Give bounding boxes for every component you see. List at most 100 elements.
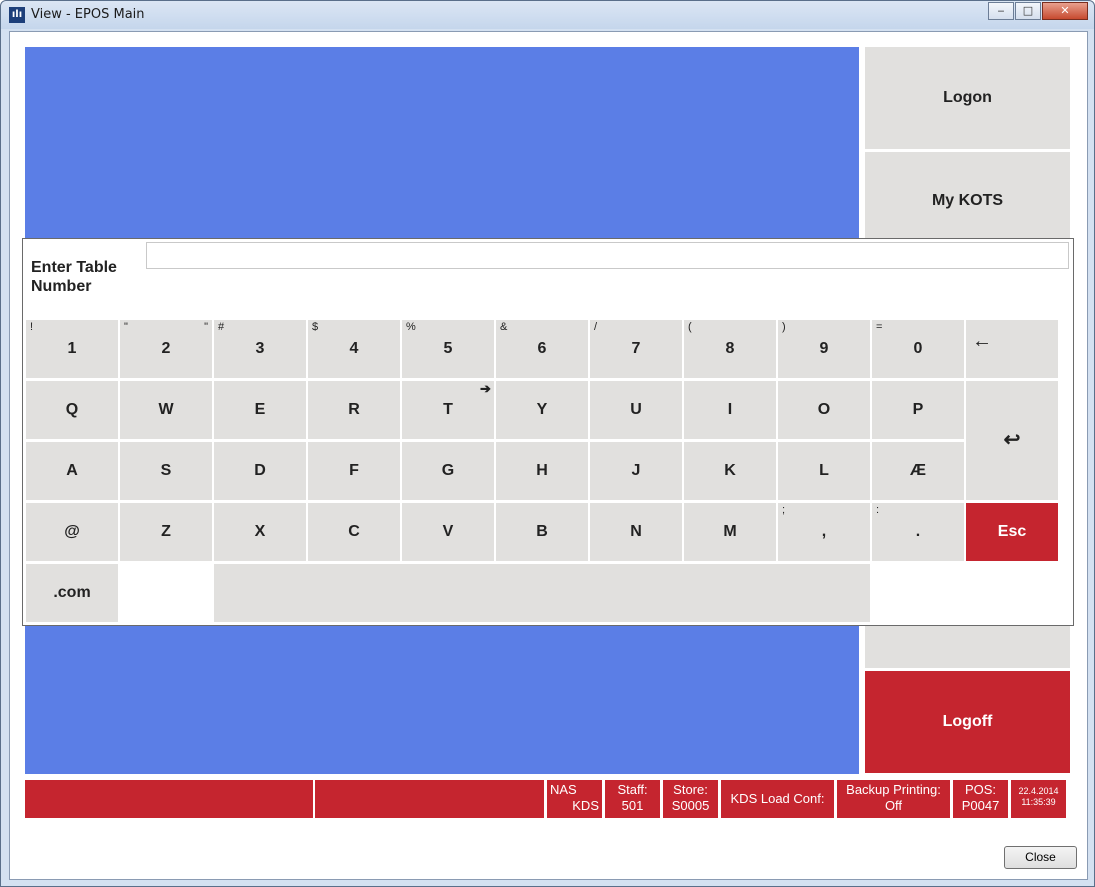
key-secondary: ; [782,504,786,516]
status-kds-load: KDS Load Conf: [721,780,834,818]
key-k[interactable]: K [684,442,776,500]
key-label: B [536,523,548,540]
key-i[interactable]: I [684,381,776,439]
key-5[interactable]: % 5 [402,320,494,378]
key-6[interactable]: & 6 [496,320,588,378]
status-nas-kds: NAS KDS [547,780,602,818]
table-number-input[interactable] [146,242,1069,269]
my-kots-button[interactable]: My KOTS [865,152,1070,249]
status-cell-blank-2 [315,780,544,818]
close-button[interactable]: Close [1004,846,1077,869]
key-v[interactable]: V [402,503,494,561]
enter-key[interactable]: ↩ [966,381,1058,500]
key-b[interactable]: B [496,503,588,561]
minimize-button[interactable]: ‒ [988,2,1014,20]
key-e[interactable]: E [214,381,306,439]
key-label: 4 [349,340,359,357]
status-cell-blank-1 [25,780,313,818]
key-label: J [631,462,641,479]
staff-value: 501 [621,798,644,813]
key-s[interactable]: S [120,442,212,500]
key-z[interactable]: Z [120,503,212,561]
key-label: Esc [997,523,1027,540]
key-1[interactable]: ! 1 [26,320,118,378]
key-t[interactable]: ➔ T [402,381,494,439]
key-secondary: & [500,321,508,333]
space-key[interactable] [214,564,870,622]
store-label: Store: [673,782,708,797]
key-l[interactable]: L [778,442,870,500]
backup-label: Backup Printing: [846,782,941,797]
key-ae[interactable]: Æ [872,442,964,500]
key-secondary: ! [30,321,34,333]
key-label: 7 [631,340,641,357]
key-dotcom[interactable]: .com [26,564,118,622]
key-f[interactable]: F [308,442,400,500]
key-a[interactable]: A [26,442,118,500]
key-label: T [443,401,453,418]
key-label: P [912,401,924,418]
key-p[interactable]: P [872,381,964,439]
key-label: 8 [725,340,735,357]
maximize-button[interactable]: □ [1015,2,1041,20]
key-7[interactable]: /7 [590,320,682,378]
key-w[interactable]: W [120,381,212,439]
key-secondary: = [876,321,883,333]
key-label: R [348,401,360,418]
key-secondary: $ [312,321,319,333]
key-9[interactable]: ) 9 [778,320,870,378]
key-label: D [254,462,266,479]
date-value: 22.4.2014 [1018,786,1059,796]
key-secondary: / [594,321,598,333]
key-comma[interactable]: ;, [778,503,870,561]
key-4[interactable]: $4 [308,320,400,378]
pos-label: POS: [964,782,997,797]
key-u[interactable]: U [590,381,682,439]
key-x[interactable]: X [214,503,306,561]
key-at[interactable]: @ [26,503,118,561]
key-y[interactable]: Y [496,381,588,439]
key-8[interactable]: (8 [684,320,776,378]
key-d[interactable]: D [214,442,306,500]
backspace-key[interactable]: ← [966,320,1058,378]
key-label: I [727,401,733,418]
window-controls: ‒ □ ✕ [987,2,1088,20]
logoff-button[interactable]: Logoff [865,671,1070,773]
key-label: E [254,401,266,418]
key-label: L [819,462,829,479]
key-label: 1 [67,340,77,357]
key-q[interactable]: Q [26,381,118,439]
key-j[interactable]: J [590,442,682,500]
key-label: V [442,523,454,540]
key-label: 2 [161,340,171,357]
key-label: @ [64,523,80,540]
key-secondary: % [406,321,416,333]
key-label: U [630,401,642,418]
key-2[interactable]: " " 2 [120,320,212,378]
key-3[interactable]: #3 [214,320,306,378]
time-value: 11:35:39 [1021,797,1056,807]
key-r[interactable]: R [308,381,400,439]
staff-label: Staff: [617,782,648,797]
window-close-button[interactable]: ✕ [1042,2,1088,20]
key-0[interactable]: = 0 [872,320,964,378]
key-n[interactable]: N [590,503,682,561]
key-g[interactable]: G [402,442,494,500]
key-label: M [723,523,737,540]
status-staff: Staff: 501 [605,780,660,818]
key-secondary: : [876,504,880,516]
key-secondary: ) [782,321,786,333]
key-c[interactable]: C [308,503,400,561]
tab-arrow-icon: ➔ [480,381,491,396]
esc-key[interactable]: Esc [966,503,1058,561]
key-label: F [349,462,359,479]
key-label: Y [536,401,548,418]
status-store: Store: S0005 [663,780,718,818]
pos-value: P0047 [961,798,1000,813]
logon-button[interactable]: Logon [865,47,1070,149]
key-period[interactable]: :. [872,503,964,561]
key-o[interactable]: O [778,381,870,439]
key-h[interactable]: H [496,442,588,500]
key-label: Æ [910,462,926,479]
key-m[interactable]: M [684,503,776,561]
